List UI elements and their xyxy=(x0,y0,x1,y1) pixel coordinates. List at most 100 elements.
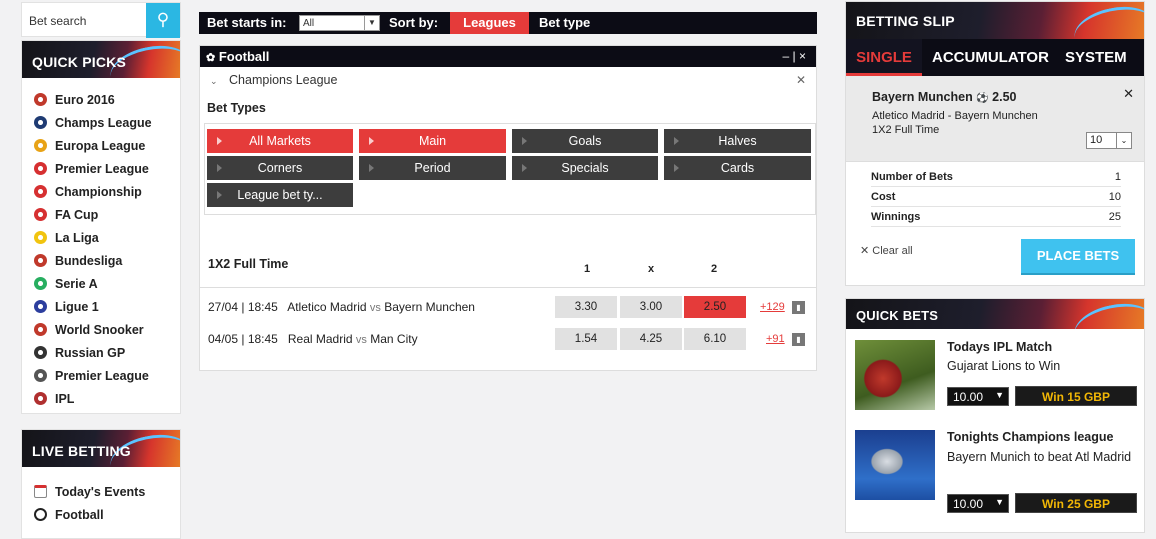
calendar-icon xyxy=(34,485,47,498)
close-icon: ✕ xyxy=(860,245,870,257)
odd-away[interactable]: 2.50 xyxy=(684,296,746,318)
quick-bet-title: Todays IPL Match xyxy=(947,340,1053,354)
close-icon[interactable]: ✕ xyxy=(1123,86,1134,102)
clear-all-link[interactable]: ✕ Clear all xyxy=(860,244,913,257)
col-header-1: 1 xyxy=(584,263,591,275)
market-corners[interactable]: Corners xyxy=(207,156,353,180)
odd-home[interactable]: 3.30 xyxy=(555,296,617,318)
match-row: 04/05 | 18:45 Real Madrid vs Man City xyxy=(208,332,418,346)
more-markets-link[interactable]: +91 xyxy=(766,333,785,345)
more-markets-link[interactable]: +129 xyxy=(760,301,785,313)
selection-odds: 2.50 xyxy=(992,90,1017,104)
slip-tabs: SINGLE ACCUMULATOR SYSTEM xyxy=(846,39,1144,76)
market-specials[interactable]: Specials xyxy=(512,156,658,180)
football-icon: ✿ xyxy=(206,52,216,64)
quick-pick-item[interactable]: IPL xyxy=(34,387,180,410)
quick-bet-desc: Gujarat Lions to Win xyxy=(947,359,1061,373)
bet-types-label: Bet Types xyxy=(207,101,266,115)
quick-pick-item[interactable]: Premier League xyxy=(34,364,180,387)
quick-bet-stake-select[interactable]: 10.00 ▼ xyxy=(947,494,1009,513)
tab-accumulator[interactable]: ACCUMULATOR xyxy=(932,49,1049,66)
quick-pick-item[interactable]: Euro 2016 xyxy=(34,88,180,111)
quick-pick-item[interactable]: FA Cup xyxy=(34,203,180,226)
search-button[interactable]: ⚲ xyxy=(146,3,180,38)
market-halves[interactable]: Halves xyxy=(664,129,811,153)
quick-pick-item[interactable]: Serie A xyxy=(34,272,180,295)
betting-slip-header: BETTING SLIP xyxy=(846,2,1144,39)
quick-picks-list: Euro 2016 Champs League Europa League Premi… xyxy=(22,78,180,412)
market-league-bet-types[interactable]: League bet ty... xyxy=(207,183,353,207)
match-time: 27/04 | 18:45 xyxy=(208,300,278,314)
panel-controls[interactable]: – | × xyxy=(783,49,806,63)
slip-row-winnings: Winnings 25 xyxy=(871,207,1121,227)
match-home[interactable]: Atletico Madrid xyxy=(287,300,366,314)
live-item-football[interactable]: Football xyxy=(34,503,180,526)
snooker-ball-icon xyxy=(34,323,47,336)
match-away[interactable]: Bayern Munchen xyxy=(384,300,475,314)
bet-search[interactable]: Bet search ⚲ xyxy=(21,2,181,38)
match-home[interactable]: Real Madrid xyxy=(288,332,353,346)
quick-bet-win-button[interactable]: Win 15 GBP xyxy=(1015,386,1137,406)
quick-pick-item[interactable]: Championship xyxy=(34,180,180,203)
match-away[interactable]: Man City xyxy=(370,332,417,346)
quick-pick-item[interactable]: Bundesliga xyxy=(34,249,180,272)
odd-draw[interactable]: 3.00 xyxy=(620,296,682,318)
market-cards[interactable]: Cards xyxy=(664,156,811,180)
germany-flag-icon xyxy=(34,254,47,267)
champions-league-icon xyxy=(34,116,47,129)
chevron-down-icon: ▼ xyxy=(364,16,379,30)
match-row: 27/04 | 18:45 Atletico Madrid vs Bayern … xyxy=(208,300,475,314)
market-goals[interactable]: Goals xyxy=(512,129,658,153)
stats-icon[interactable]: ▮ xyxy=(792,301,805,314)
quick-bet-title: Tonights Champions league xyxy=(947,430,1114,444)
england-flag-icon xyxy=(34,162,47,175)
market-title: 1X2 Full Time xyxy=(208,257,289,271)
quick-pick-item[interactable]: Premier League xyxy=(34,157,180,180)
selection-match: Atletico Madrid - Bayern Munchen xyxy=(872,110,1038,122)
bet-starts-select[interactable]: All ▼ xyxy=(299,15,380,31)
market-all-markets[interactable]: All Markets xyxy=(207,129,353,153)
market-main[interactable]: Main xyxy=(359,129,506,153)
italy-flag-icon xyxy=(34,277,47,290)
search-input[interactable]: Bet search xyxy=(29,14,86,28)
odd-home[interactable]: 1.54 xyxy=(555,328,617,350)
quick-bet-stake-select[interactable]: 10.00 ▼ xyxy=(947,387,1009,406)
tab-single[interactable]: SINGLE xyxy=(846,39,922,76)
matches-list: 27/04 | 18:45 Atletico Madrid vs Bayern … xyxy=(200,287,816,357)
odd-draw[interactable]: 4.25 xyxy=(620,328,682,350)
chevron-down-icon: ⌄ xyxy=(210,76,218,86)
quick-picks-header: QUICK PICKS xyxy=(22,41,180,78)
selection-market: 1X2 Full Time xyxy=(872,124,940,136)
search-icon: ⚲ xyxy=(156,10,170,29)
quick-pick-item[interactable]: World Snooker xyxy=(34,318,180,341)
close-icon[interactable]: ✕ xyxy=(796,73,806,87)
chevron-down-icon: ⌄ xyxy=(1116,133,1131,148)
quick-pick-item[interactable]: Ligue 1 xyxy=(34,295,180,318)
stake-select[interactable]: 10 ⌄ xyxy=(1086,132,1132,149)
selection-name: Bayern Munchen xyxy=(872,90,973,104)
cricket-ball-icon xyxy=(34,392,47,405)
league-name: Champions League xyxy=(229,73,338,87)
france-flag-icon xyxy=(34,300,47,313)
market-period[interactable]: Period xyxy=(359,156,506,180)
sort-bet-type-tab[interactable]: Bet type xyxy=(539,15,590,30)
betting-slip: BETTING SLIP SINGLE ACCUMULATOR SYSTEM B… xyxy=(845,1,1145,286)
england-flag-icon xyxy=(34,208,47,221)
place-bets-button[interactable]: PLACE BETS xyxy=(1021,239,1135,273)
odd-away[interactable]: 6.10 xyxy=(684,328,746,350)
live-item-todays-events[interactable]: Today's Events xyxy=(34,480,180,503)
stats-icon[interactable]: ▮ xyxy=(792,333,805,346)
live-betting-panel: LIVE BETTING Today's Events Football xyxy=(21,429,181,539)
league-row[interactable]: ⌄ Champions League xyxy=(210,73,337,87)
quick-pick-item[interactable]: Europa League xyxy=(34,134,180,157)
tab-system[interactable]: SYSTEM xyxy=(1065,49,1127,66)
filter-bar: Bet starts in: All ▼ Sort by: Leagues Be… xyxy=(199,12,817,34)
quick-picks-panel: QUICK PICKS Euro 2016 Champs League Europa… xyxy=(21,40,181,414)
quick-pick-item[interactable]: Champs League xyxy=(34,111,180,134)
col-header-x: x xyxy=(648,263,655,275)
quick-bet-win-button[interactable]: Win 25 GBP xyxy=(1015,493,1137,513)
quick-pick-item[interactable]: La Liga xyxy=(34,226,180,249)
sort-leagues-tab[interactable]: Leagues xyxy=(450,12,529,34)
quick-bets-panel: QUICK BETS Todays IPL Match Gujarat Lion… xyxy=(845,298,1145,533)
quick-pick-item[interactable]: Russian GP xyxy=(34,341,180,364)
